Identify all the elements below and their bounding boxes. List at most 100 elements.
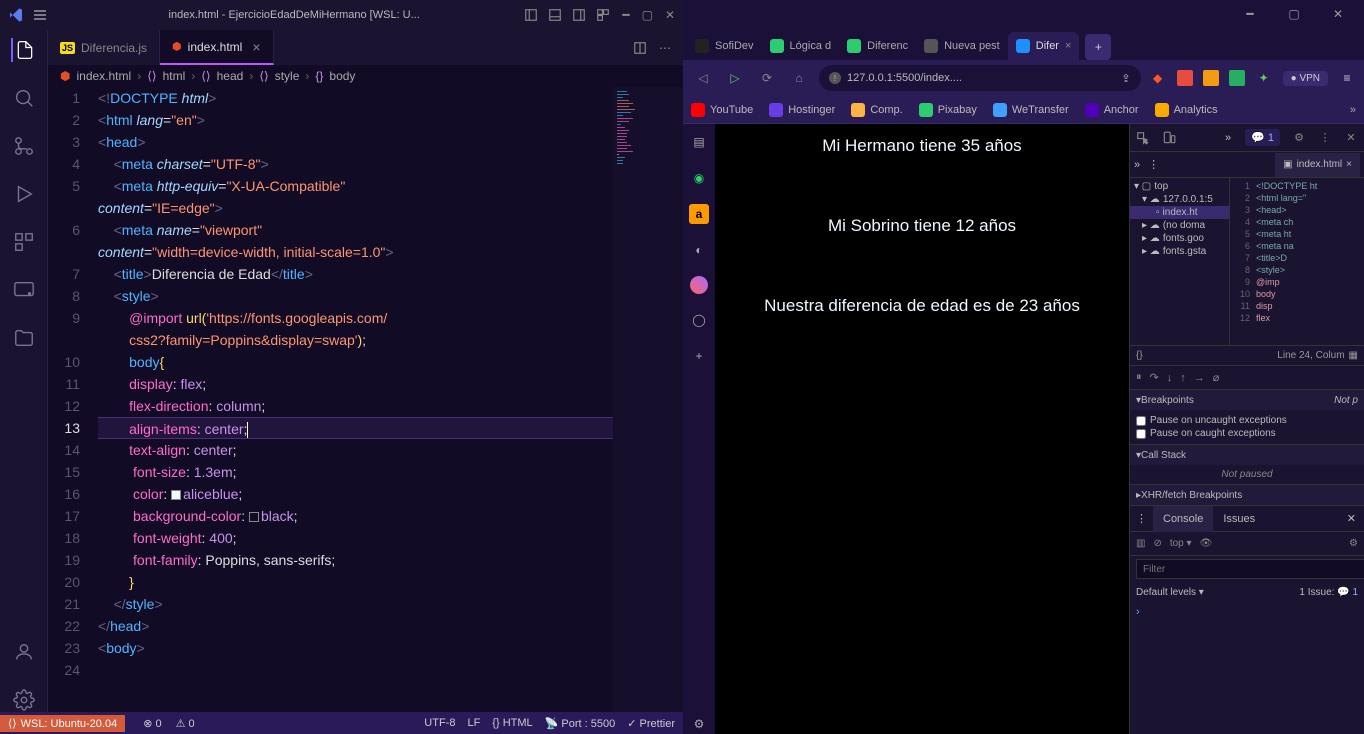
source-file-tab[interactable]: ▣ index.html × (1275, 153, 1360, 177)
step-into-icon[interactable]: ↓ (1167, 372, 1173, 384)
url-bar[interactable]: ! 127.0.0.1:5500/index.... ⇪ (819, 65, 1141, 91)
close-icon[interactable]: ✕ (665, 8, 675, 22)
account-icon[interactable] (12, 640, 36, 664)
browser-tab-sofidev[interactable]: SofiDev (687, 32, 762, 60)
warnings-count[interactable]: ⚠ 0 (176, 717, 195, 730)
browser-tab-difer-active[interactable]: Difer× (1008, 32, 1080, 60)
ext-icon-2[interactable] (1203, 70, 1219, 86)
bookmark-youtube[interactable]: YouTube (691, 103, 753, 117)
close-icon[interactable]: ✕ (1316, 0, 1360, 28)
sidebar-toggle-icon[interactable]: ▥ (1136, 538, 1145, 549)
amazon-icon[interactable]: a (689, 204, 709, 224)
pretty-print-icon[interactable]: {} (1136, 350, 1143, 361)
home-icon[interactable]: ⌂ (787, 66, 811, 90)
devtools-more-tabs-icon[interactable]: » (1217, 132, 1239, 144)
hamburger-icon[interactable] (32, 7, 48, 23)
encoding[interactable]: UTF-8 (424, 717, 455, 730)
explorer-icon[interactable] (11, 38, 35, 62)
wsl-indicator[interactable]: ⟨⟩WSL: Ubuntu-20.04 (0, 715, 125, 732)
live-server-port[interactable]: 📡 Port : 5500 (545, 717, 616, 730)
browser-tab-diferenc[interactable]: Diferenc (839, 32, 916, 60)
ext-icon-1[interactable] (1177, 70, 1193, 86)
new-tab-button[interactable]: + (1085, 34, 1111, 60)
section-header[interactable]: ▸ XHR/fetch Breakpoints (1130, 485, 1364, 505)
tab-diferencia-js[interactable]: JS Diferencia.js (48, 30, 160, 65)
tab-index-html[interactable]: ⬢ index.html × (160, 30, 274, 65)
devtools-kebab-icon[interactable]: ⋮ (1148, 158, 1159, 171)
maximize-icon[interactable]: ▢ (1272, 0, 1316, 28)
section-header[interactable]: ▾ BreakpointsNot p (1130, 390, 1364, 410)
layout-grid-icon[interactable] (596, 8, 610, 22)
issues-badge[interactable]: 💬 1 (1245, 129, 1280, 146)
avatar-icon[interactable] (690, 276, 708, 294)
remote-icon[interactable] (12, 278, 36, 302)
deactivate-bp-icon[interactable]: ⌀ (1213, 371, 1220, 384)
clear-console-icon[interactable]: ⊘ (1153, 538, 1161, 549)
console-settings-icon[interactable]: ⚙ (1349, 538, 1358, 549)
inspect-icon[interactable] (1130, 131, 1156, 145)
panel-left-icon[interactable] (524, 8, 538, 22)
breadcrumb-item[interactable]: head (217, 69, 244, 83)
extensions-puzzle-icon[interactable]: ✦ (1255, 69, 1273, 87)
pause-icon[interactable]: ⏸ (1136, 371, 1142, 384)
pause-caught-checkbox[interactable]: Pause on caught exceptions (1136, 427, 1358, 440)
sidebar-settings-icon[interactable]: ⚙ (689, 714, 709, 734)
browser-tab-nueva[interactable]: Nueva pest (916, 32, 1008, 60)
bookmark-analytics[interactable]: Analytics (1155, 103, 1218, 117)
bookmark-hostinger[interactable]: Hostinger (769, 103, 835, 117)
section-header[interactable]: ▾ Call Stack (1130, 445, 1364, 465)
add-sidebar-icon[interactable]: + (689, 346, 709, 366)
prettier-status[interactable]: ✓ Prettier (627, 717, 675, 730)
breadcrumb-item[interactable]: index.html (76, 69, 131, 83)
devtools-settings-icon[interactable]: ⚙ (1286, 131, 1312, 144)
source-control-icon[interactable] (12, 134, 36, 158)
site-info-icon[interactable]: ! (829, 72, 841, 84)
code-content[interactable]: <!DOCTYPE html> <html lang="en"> <head> … (98, 87, 613, 712)
run-debug-icon[interactable] (12, 182, 36, 206)
issues-link[interactable]: 1 Issue: 💬 1 (1299, 587, 1358, 598)
github-icon[interactable]: ◯ (689, 310, 709, 330)
step-icon[interactable]: → (1194, 372, 1205, 384)
ext-icon-3[interactable] (1229, 70, 1245, 86)
sync-icon[interactable]: ▦ (1349, 350, 1358, 361)
split-editor-icon[interactable] (633, 41, 647, 55)
context-selector[interactable]: top ▾ (1170, 538, 1192, 549)
tab-close-icon[interactable]: × (252, 39, 260, 55)
devtools-overflow-icon[interactable]: » (1134, 159, 1140, 171)
back-icon[interactable]: ◁ (691, 66, 715, 90)
errors-count[interactable]: ⊗ 0 (143, 717, 161, 730)
reload-icon[interactable]: ⟳ (755, 66, 779, 90)
eye-icon[interactable]: 👁 (1200, 538, 1213, 549)
whatsapp-icon[interactable]: ◉ (689, 168, 709, 188)
log-levels-selector[interactable]: Default levels ▾ (1136, 587, 1204, 598)
panel-right-icon[interactable] (572, 8, 586, 22)
more-actions-icon[interactable]: ⋯ (659, 41, 671, 55)
bookmark-comp[interactable]: Comp. (851, 103, 902, 117)
bookmark-anchor[interactable]: Anchor (1085, 103, 1139, 117)
minimize-icon[interactable]: ━ (1228, 0, 1272, 28)
console-menu-icon[interactable]: ⋮ (1130, 512, 1153, 525)
step-over-icon[interactable]: ↷ (1150, 371, 1159, 384)
breadcrumb-item[interactable]: html (163, 69, 186, 83)
console-output[interactable]: › (1130, 602, 1364, 734)
language-mode[interactable]: {} HTML (492, 717, 532, 730)
browser-tab-logica[interactable]: Lógica d (762, 32, 840, 60)
source-viewer[interactable]: 1<!DOCTYPE ht 2<html lang=" 3<head> 4 <m… (1230, 178, 1364, 345)
share-icon[interactable]: ⇪ (1121, 72, 1130, 85)
extensions-icon[interactable] (12, 230, 36, 254)
eol[interactable]: LF (467, 717, 480, 730)
vpn-badge[interactable]: ● VPN (1283, 71, 1328, 86)
close-icon[interactable]: × (1346, 159, 1352, 170)
breadcrumb-item[interactable]: body (329, 69, 355, 83)
bookmarks-overflow-icon[interactable]: » (1350, 104, 1356, 116)
settings-gear-icon[interactable] (12, 688, 36, 712)
pause-uncaught-checkbox[interactable]: Pause on uncaught exceptions (1136, 414, 1358, 427)
folder-icon[interactable] (12, 326, 36, 350)
minimize-icon[interactable]: ━ (622, 8, 629, 22)
devtools-close-icon[interactable]: ✕ (1338, 131, 1364, 144)
forward-icon[interactable]: ▷ (723, 66, 747, 90)
loop-icon[interactable]: ◐ (689, 240, 709, 260)
reading-list-icon[interactable]: ▤ (689, 132, 709, 152)
issues-tab[interactable]: Issues (1213, 506, 1265, 532)
device-icon[interactable] (1156, 131, 1182, 145)
